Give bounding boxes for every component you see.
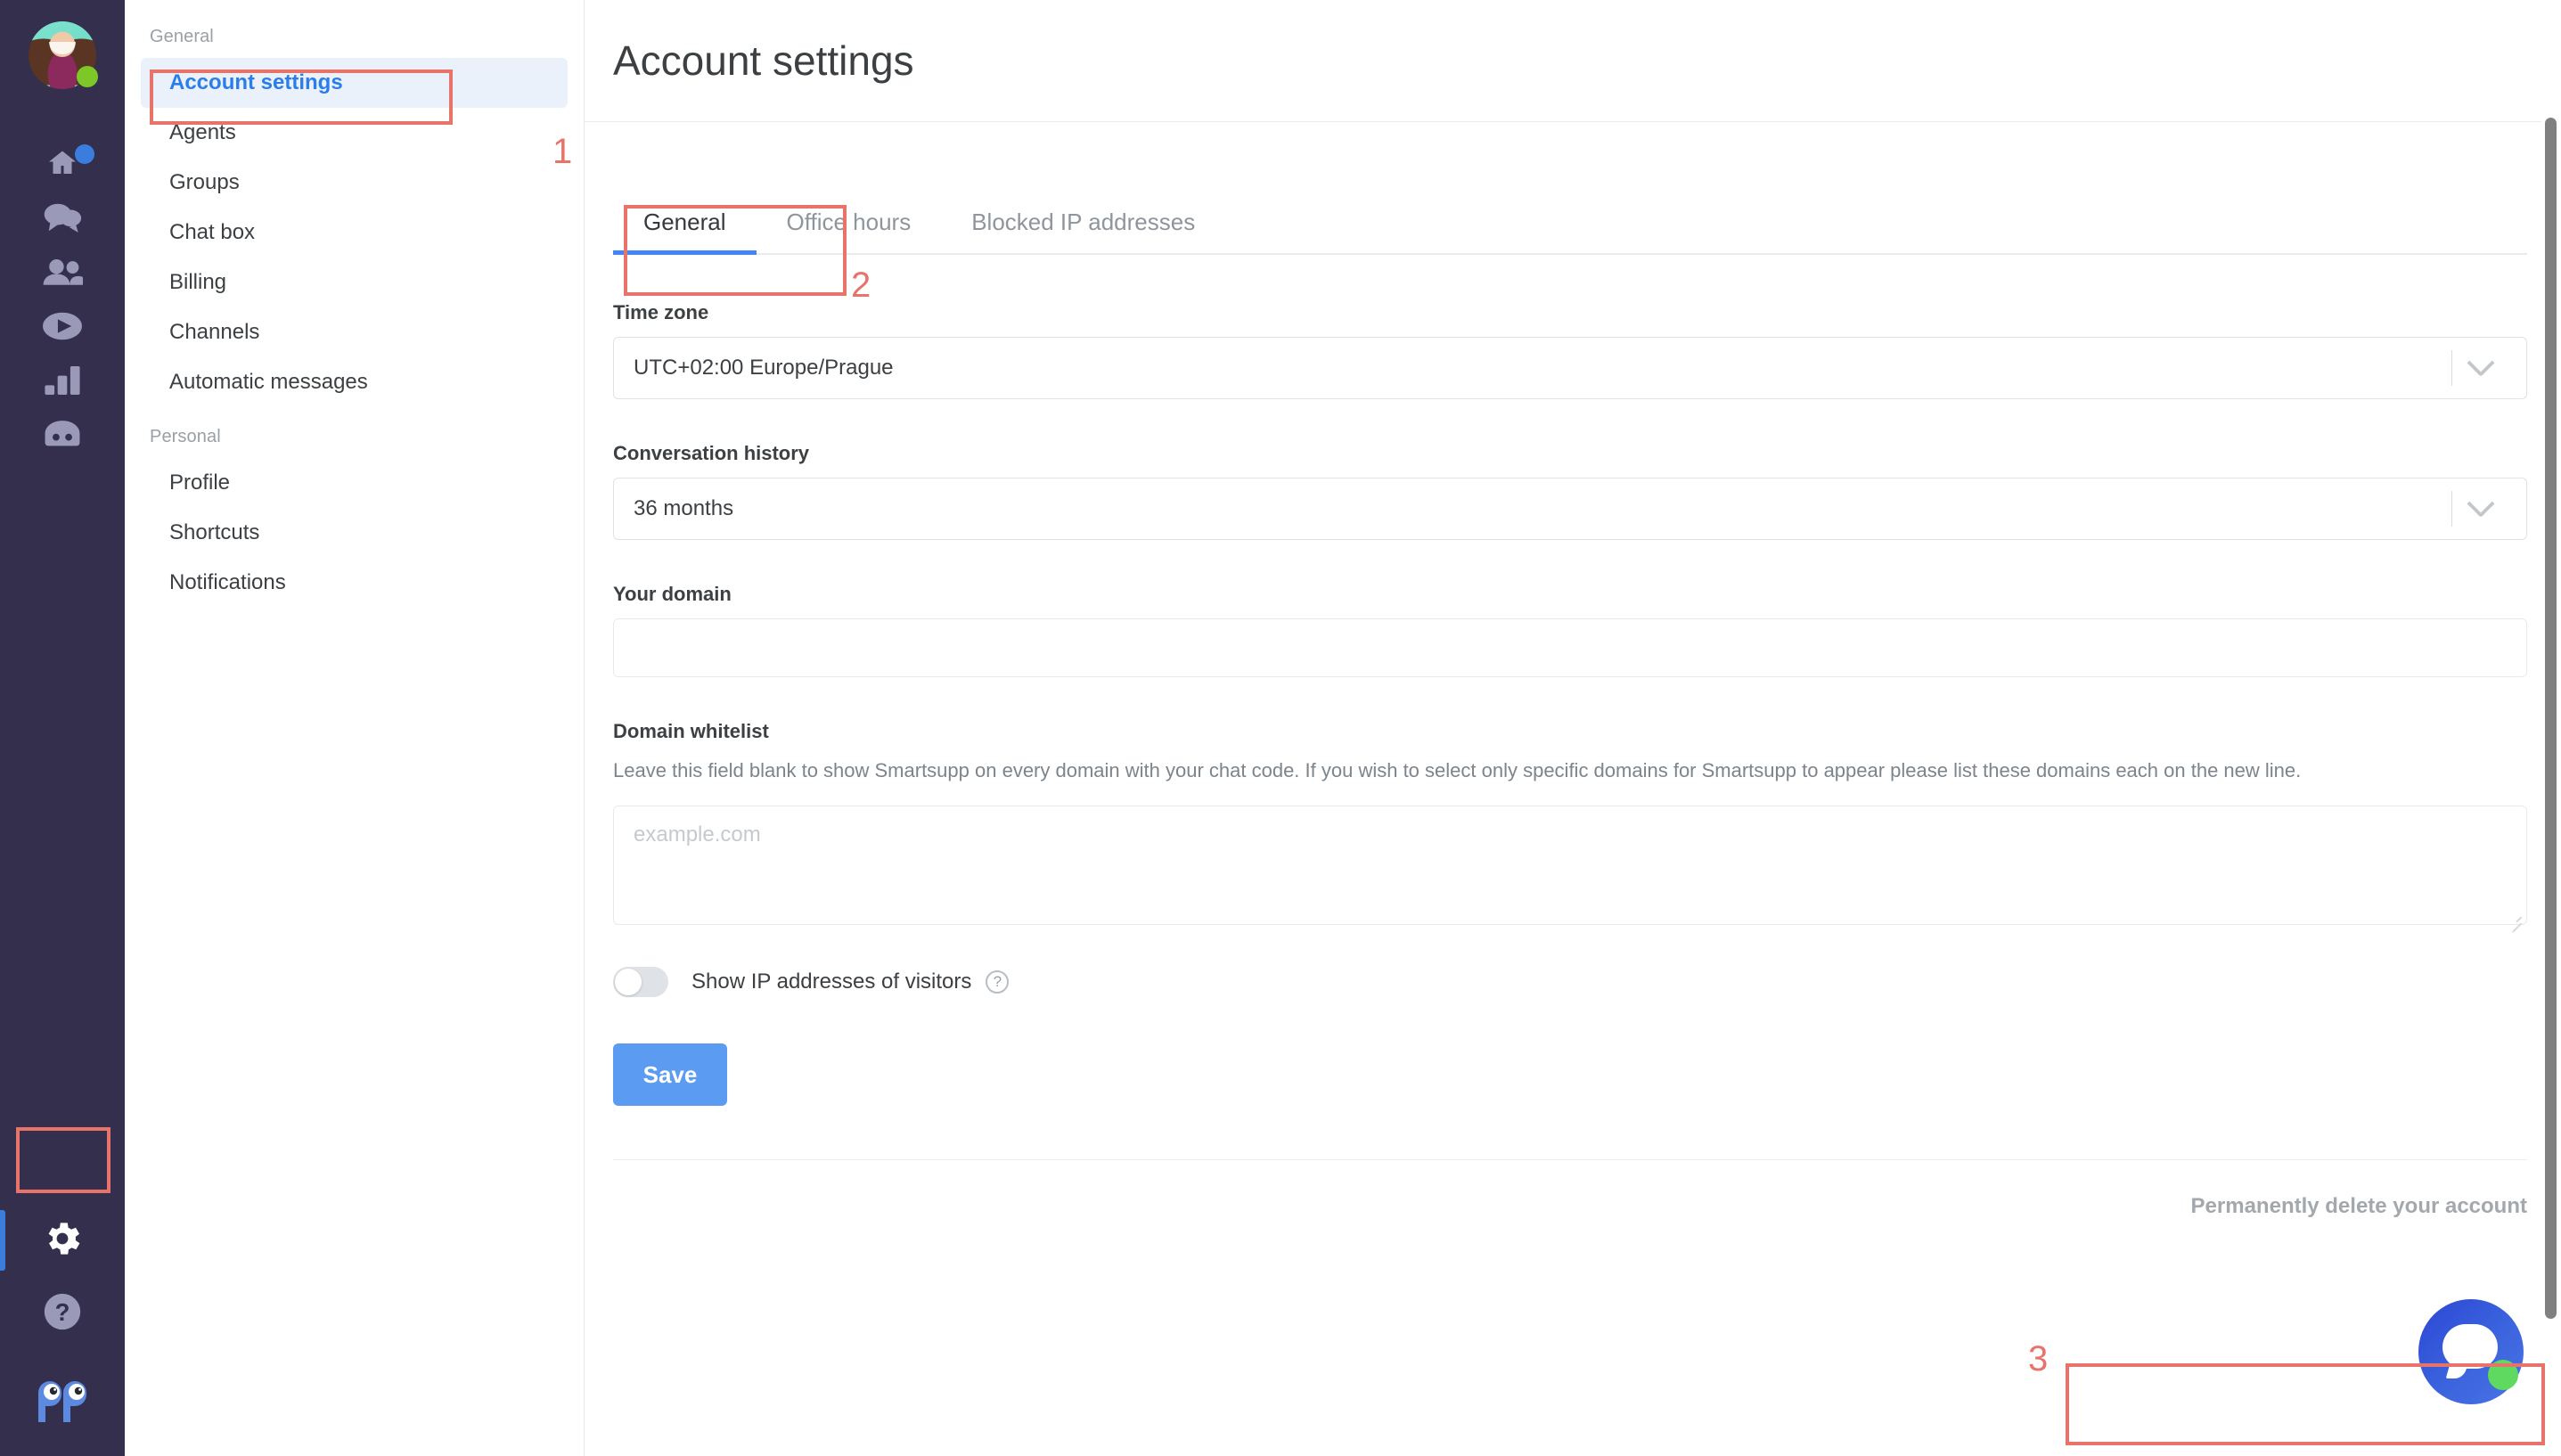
sidebar-item-billing[interactable]: Billing: [141, 258, 568, 307]
field-conversation-history: Conversation history 36 months: [613, 442, 2527, 540]
sidebar-item-automatic-messages[interactable]: Automatic messages: [141, 357, 568, 407]
sidebar-item-label: Shortcuts: [169, 520, 260, 544]
chat-icon: [43, 200, 82, 234]
sidebar-item-profile[interactable]: Profile: [141, 458, 568, 508]
sidebar-item-label: Billing: [169, 270, 227, 294]
conversation-history-value: 36 months: [634, 496, 734, 520]
question-mark-icon: ?: [43, 1292, 82, 1336]
time-zone-select[interactable]: UTC+02:00 Europe/Prague: [613, 337, 2527, 399]
app-root: ? General Account settings Agents Groups…: [0, 0, 2561, 1456]
sidebar-item-notifications[interactable]: Notifications: [141, 558, 568, 608]
section-divider: [613, 1159, 2527, 1161]
domain-whitelist-textarea[interactable]: [613, 806, 2527, 926]
show-ip-addresses-label: Show IP addresses of visitors: [691, 969, 972, 994]
sidebar-item-label: Notifications: [169, 570, 286, 594]
sidebar-item-account-settings[interactable]: Account settings: [141, 58, 568, 108]
sidebar-item-agents[interactable]: Agents: [141, 108, 568, 158]
avatar[interactable]: [29, 21, 98, 89]
time-zone-label: Time zone: [613, 301, 709, 323]
sidebar-item-label: Profile: [169, 470, 231, 495]
bar-chart-icon: [45, 365, 80, 395]
page-scrollbar-thumb[interactable]: [2545, 118, 2557, 1319]
delete-account-row: Permanently delete your account: [585, 1194, 2561, 1219]
sidebar-item-shortcuts[interactable]: Shortcuts: [141, 508, 568, 558]
nav-group-title-personal: Personal: [150, 427, 221, 446]
domain-whitelist-textarea-wrap: [613, 806, 2527, 929]
your-domain-label: Your domain: [613, 583, 732, 605]
sidebar-item-label: Channels: [169, 320, 260, 344]
field-your-domain: Your domain: [613, 583, 2527, 677]
sidebar-item-label: Automatic messages: [169, 370, 368, 394]
chat-online-status-dot: [2488, 1360, 2518, 1390]
settings-sidebar: General Account settings Agents Groups C…: [125, 0, 585, 1456]
save-button[interactable]: Save: [613, 1043, 727, 1107]
rail-item-help[interactable]: ?: [0, 1278, 125, 1349]
rail-item-chatbot[interactable]: [0, 407, 125, 462]
general-settings-form: Time zone UTC+02:00 Europe/Prague Conver…: [585, 301, 2561, 1107]
rail-items: [0, 135, 125, 462]
rail-bottom-items: ?: [0, 1203, 125, 1456]
permanently-delete-account-link[interactable]: Permanently delete your account: [2191, 1194, 2527, 1219]
primary-icon-rail: ?: [0, 0, 125, 1456]
sidebar-item-groups[interactable]: Groups: [141, 158, 568, 208]
people-icon: [42, 257, 83, 287]
tab-label: Office hours: [786, 209, 912, 235]
tab-blocked-ip-addresses[interactable]: Blocked IP addresses: [941, 210, 1225, 253]
tab-label: Blocked IP addresses: [971, 209, 1196, 235]
play-icon: [43, 312, 82, 340]
robot-icon: [42, 420, 83, 449]
page-header: Account settings: [585, 0, 2561, 122]
smartsupp-logo-icon: [35, 1377, 90, 1429]
chat-bubble-icon: [2442, 1324, 2498, 1369]
rail-item-conversations[interactable]: [0, 190, 125, 244]
domain-whitelist-label: Domain whitelist: [613, 720, 769, 742]
sidebar-item-label: Chat box: [169, 220, 256, 244]
domain-whitelist-description: Leave this field blank to show Smartsupp…: [613, 759, 2302, 781]
time-zone-value: UTC+02:00 Europe/Prague: [634, 356, 894, 380]
page-scrollbar-track[interactable]: [2541, 0, 2561, 1456]
notification-badge-icon: [75, 144, 94, 164]
tab-office-hours[interactable]: Office hours: [757, 210, 942, 253]
rail-item-recordings[interactable]: [0, 299, 125, 353]
show-ip-toggle-row: Show IP addresses of visitors ?: [613, 967, 2527, 998]
nav-group-title-general: General: [150, 27, 214, 46]
conversation-history-select[interactable]: 36 months: [613, 478, 2527, 540]
question-mark-circle-icon[interactable]: ?: [986, 970, 1010, 994]
rail-item-statistics[interactable]: [0, 353, 125, 407]
page-title: Account settings: [613, 37, 914, 84]
sidebar-item-label: Groups: [169, 170, 240, 194]
rail-item-brand-logo[interactable]: [0, 1349, 125, 1456]
your-domain-input[interactable]: [613, 618, 2527, 677]
field-domain-whitelist: Domain whitelist Leave this field blank …: [613, 720, 2527, 929]
rail-item-settings[interactable]: [0, 1203, 125, 1278]
tab-general[interactable]: General: [613, 209, 757, 255]
chevron-down-icon[interactable]: [2451, 338, 2510, 398]
rail-item-home[interactable]: [0, 135, 125, 190]
sidebar-item-label: Account settings: [169, 70, 343, 94]
smartsupp-chat-launcher[interactable]: [2418, 1299, 2524, 1404]
online-status-dot: [77, 66, 98, 87]
sidebar-item-label: Agents: [169, 120, 236, 144]
gear-icon: [41, 1217, 84, 1264]
svg-text:?: ?: [55, 1298, 70, 1326]
field-time-zone: Time zone UTC+02:00 Europe/Prague: [613, 301, 2527, 399]
sidebar-item-chat-box[interactable]: Chat box: [141, 208, 568, 258]
active-indicator: [0, 1210, 5, 1271]
tab-bar: General Office hours Blocked IP addresse…: [613, 180, 2527, 255]
rail-item-visitors[interactable]: [0, 244, 125, 299]
sidebar-item-channels[interactable]: Channels: [141, 307, 568, 357]
chevron-down-icon[interactable]: [2451, 479, 2510, 539]
conversation-history-label: Conversation history: [613, 442, 810, 464]
tab-label: General: [643, 209, 726, 235]
main-content: Account settings General Office hours Bl…: [585, 0, 2561, 1456]
show-ip-addresses-toggle[interactable]: [613, 967, 668, 998]
toggle-knob: [615, 969, 642, 996]
